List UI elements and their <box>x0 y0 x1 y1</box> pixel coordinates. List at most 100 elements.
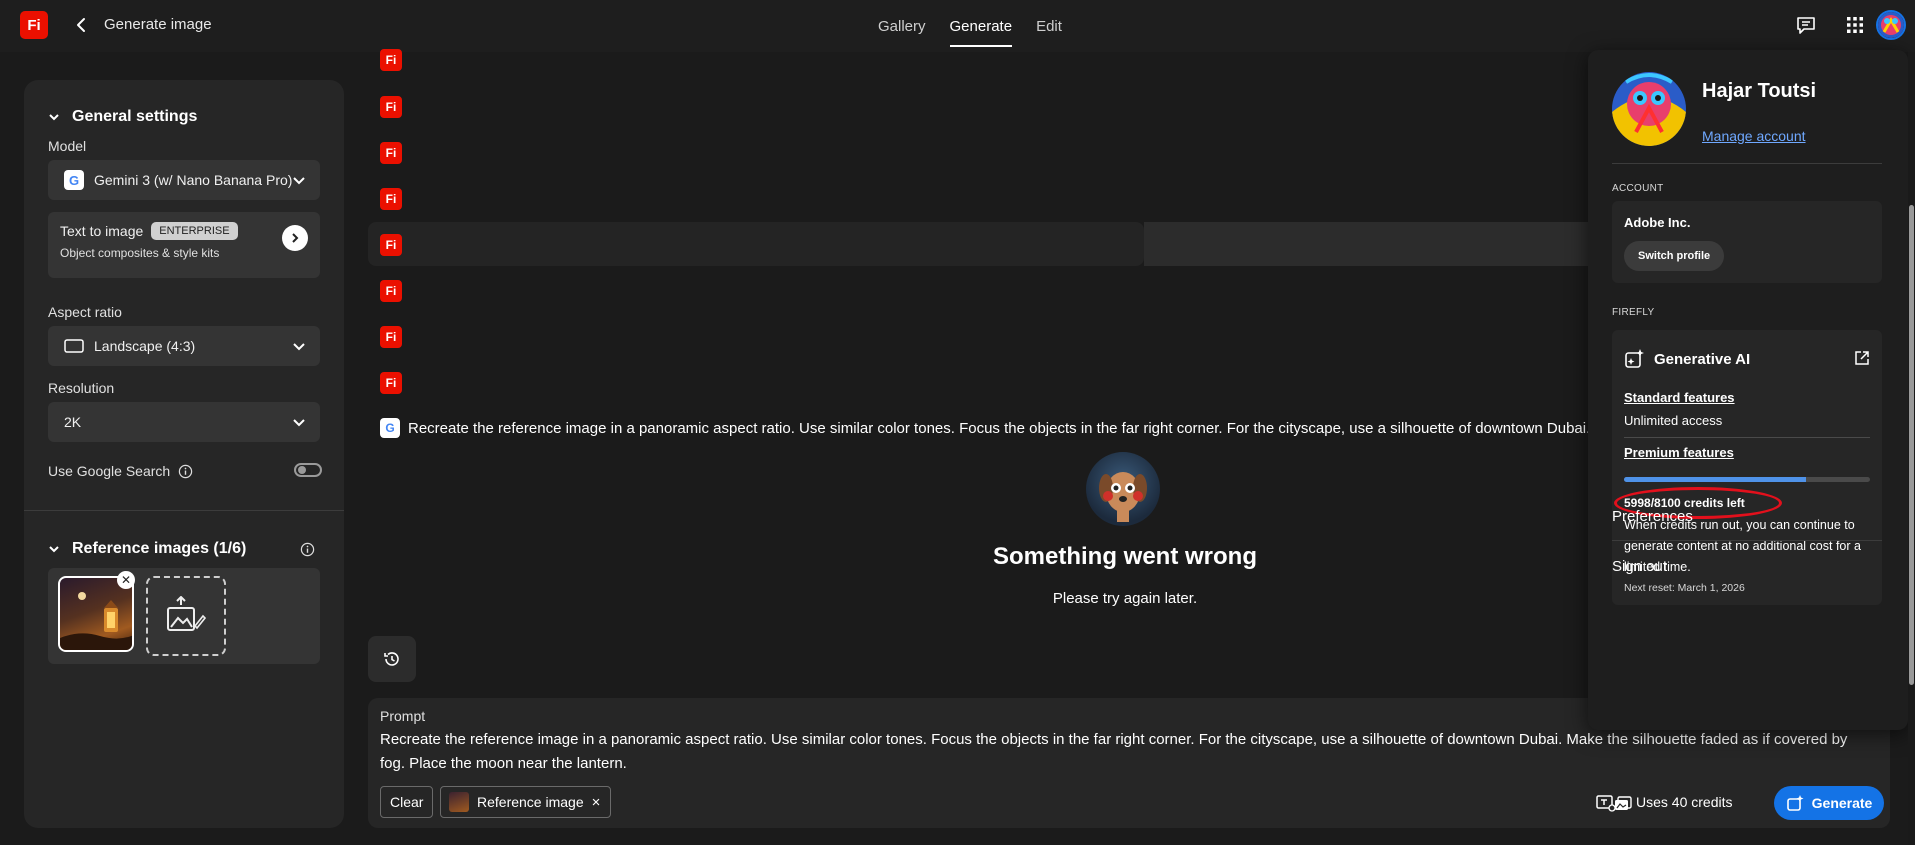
chevron-down-icon <box>293 177 305 185</box>
credits-cost: Uses 40 credits <box>1636 794 1733 810</box>
error-illustration <box>1086 452 1160 526</box>
chevron-down-icon <box>293 343 305 351</box>
reference-chip-thumbnail <box>449 792 469 812</box>
firefly-caption: FIREFLY <box>1612 307 1655 318</box>
prompt-echo-row: G Recreate the reference image in a pano… <box>380 418 1590 438</box>
firefly-mini-icon: Fi <box>380 372 402 394</box>
reference-images-header[interactable]: Reference images (1/6) <box>48 540 246 558</box>
aspect-ratio-label: Aspect ratio <box>48 304 122 320</box>
remove-reference-icon[interactable]: ✕ <box>117 571 135 589</box>
landscape-icon <box>64 339 84 353</box>
firefly-mini-icon: Fi <box>380 326 402 348</box>
clear-button[interactable]: Clear <box>380 786 434 818</box>
preferences-link[interactable]: Preferences <box>1612 508 1693 525</box>
prompt-label: Prompt <box>380 708 426 724</box>
scrollbar-thumb[interactable] <box>1909 205 1914 685</box>
generative-ai-header: Generative AI <box>1624 348 1750 370</box>
generate-button[interactable]: Generate <box>1774 786 1884 820</box>
prompt-input[interactable]: Recreate the reference image in a panora… <box>380 728 1860 776</box>
model-value: Gemini 3 (w/ Nano Banana Pro) <box>94 172 293 188</box>
general-settings-title: General settings <box>72 108 198 125</box>
tab-generate[interactable]: Generate <box>949 18 1013 47</box>
credits-progress-bar <box>1624 477 1870 482</box>
standard-features-link[interactable]: Standard features <box>1624 390 1735 405</box>
settings-panel: General settings Model G Gemini 3 (w/ Na… <box>24 80 344 828</box>
google-logo-icon: G <box>64 170 84 190</box>
google-search-toggle[interactable] <box>294 463 322 477</box>
tab-gallery[interactable]: Gallery <box>878 18 926 47</box>
text-settings-icon[interactable] <box>1596 794 1616 812</box>
aspect-ratio-value: Landscape (4:3) <box>94 338 196 354</box>
account-caption: ACCOUNT <box>1612 183 1664 194</box>
divider <box>24 510 344 511</box>
firefly-mini-icon: Fi <box>380 188 402 210</box>
row-highlight <box>1144 222 1600 266</box>
credits-progress-fill <box>1624 477 1807 482</box>
aspect-ratio-select[interactable]: Landscape (4:3) <box>48 326 320 366</box>
credits-reset-date: Next reset: March 1, 2026 <box>1624 582 1745 594</box>
firefly-logo[interactable]: Fi <box>20 11 48 39</box>
firefly-mini-icon: Fi <box>380 96 402 118</box>
model-label: Model <box>48 138 87 154</box>
standard-features-value: Unlimited access <box>1624 413 1723 428</box>
app-grid-icon[interactable] <box>1843 13 1867 37</box>
info-icon[interactable] <box>178 464 193 479</box>
reference-image-chip[interactable]: Reference image × <box>440 786 612 818</box>
tab-edit[interactable]: Edit <box>1036 18 1062 47</box>
prompt-echo-text: Recreate the reference image in a panora… <box>408 419 1590 437</box>
model-select[interactable]: G Gemini 3 (w/ Nano Banana Pro) <box>48 160 320 200</box>
upload-image-icon <box>167 596 207 631</box>
image-credits-icon <box>1615 796 1632 810</box>
sign-out-link[interactable]: Sign out <box>1612 558 1667 575</box>
text-to-image-card[interactable]: Text to image ENTERPRISE Object composit… <box>48 212 320 278</box>
enterprise-badge: ENTERPRISE <box>151 222 238 240</box>
resolution-value: 2K <box>64 414 82 430</box>
switch-profile-button[interactable]: Switch profile <box>1624 241 1725 271</box>
hovered-row[interactable] <box>368 222 1144 266</box>
main-tabs: Gallery Generate Edit <box>878 18 1062 47</box>
external-link-icon[interactable] <box>1854 350 1870 366</box>
chevron-down-icon <box>49 114 59 121</box>
generate-label: Generate <box>1811 795 1873 811</box>
feedback-icon[interactable] <box>1794 13 1818 37</box>
divider <box>1612 540 1882 541</box>
t2i-subtitle: Object composites & style kits <box>60 246 220 260</box>
google-logo-icon: G <box>380 418 400 438</box>
chevron-down-icon <box>49 546 59 553</box>
close-icon[interactable]: × <box>592 794 601 811</box>
resolution-select[interactable]: 2K <box>48 402 320 442</box>
history-button[interactable] <box>368 636 416 682</box>
google-search-label: Use Google Search <box>48 463 171 479</box>
divider <box>1612 163 1882 164</box>
error-subtitle: Please try again later. <box>1052 590 1198 607</box>
generative-ai-icon <box>1625 349 1644 368</box>
error-title: Something went wrong <box>993 543 1257 570</box>
chevron-down-icon <box>293 419 305 427</box>
reference-chip-label: Reference image <box>477 794 584 810</box>
account-popover: Hajar Toutsi Manage account ACCOUNT Adob… <box>1588 50 1908 730</box>
premium-features-link[interactable]: Premium features <box>1624 445 1734 460</box>
user-avatar[interactable] <box>1876 10 1906 40</box>
page-title: Generate image <box>104 16 212 33</box>
profile-avatar <box>1612 72 1686 146</box>
top-bar: Fi Generate image Gallery Generate Edit <box>0 0 1915 52</box>
reference-images-title: Reference images (1/6) <box>72 540 247 557</box>
account-card: Adobe Inc. Switch profile <box>1612 201 1882 283</box>
sparkle-image-icon <box>1786 795 1804 811</box>
firefly-mini-icon: Fi <box>380 234 402 256</box>
upload-reference-button[interactable] <box>146 576 226 656</box>
firefly-mini-icon: Fi <box>380 142 402 164</box>
firefly-mini-icon: Fi <box>380 49 402 71</box>
t2i-title: Text to image <box>60 223 144 239</box>
profile-name: Hajar Toutsi <box>1702 80 1817 102</box>
resolution-label: Resolution <box>48 380 115 396</box>
info-icon[interactable] <box>300 542 315 557</box>
manage-account-link[interactable]: Manage account <box>1702 128 1806 144</box>
generative-ai-title: Generative AI <box>1654 350 1751 368</box>
organization-name: Adobe Inc. <box>1624 215 1691 230</box>
reference-images-box: ✕ <box>48 568 320 664</box>
google-search-row: Use Google Search <box>48 463 193 479</box>
back-chevron-icon[interactable] <box>72 15 92 35</box>
general-settings-header[interactable]: General settings <box>48 108 197 126</box>
chevron-right-icon[interactable] <box>282 225 308 251</box>
